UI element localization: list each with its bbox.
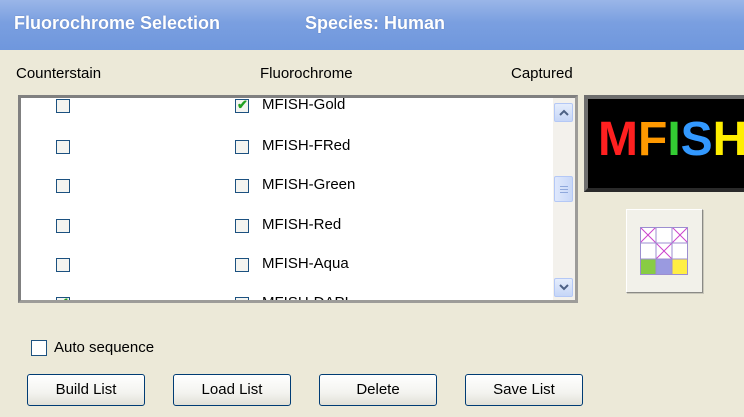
- checkmark-icon: ✔: [237, 97, 248, 112]
- list-item[interactable]: MFISH-Red: [21, 207, 575, 245]
- build-list-button[interactable]: Build List: [27, 374, 145, 406]
- list-item[interactable]: ✔ MFISH-DAPI: [21, 285, 575, 303]
- mfish-logo-text: MFISH: [598, 115, 744, 165]
- scroll-down-button[interactable]: [554, 278, 573, 297]
- auto-sequence-checkbox[interactable]: [31, 340, 47, 356]
- mfish-logo: MFISH: [584, 95, 744, 192]
- list-item[interactable]: MFISH-FRed: [21, 128, 575, 166]
- logo-letter: I: [667, 113, 681, 166]
- title-bar: Fluorochrome Selection Species: Human: [0, 0, 744, 50]
- karyotype-grid-button[interactable]: [626, 209, 703, 293]
- column-header-fluorochrome: Fluorochrome: [260, 65, 353, 82]
- column-header-counterstain: Counterstain: [16, 65, 102, 82]
- logo-letter: S: [680, 113, 713, 166]
- fluorochrome-label: MFISH-Green: [262, 176, 356, 193]
- fluorochrome-label: MFISH-DAPI: [262, 294, 349, 303]
- fluorochrome-label: MFISH-Gold: [262, 96, 346, 113]
- logo-letter: H: [712, 113, 744, 166]
- dialog-title: Fluorochrome Selection: [14, 13, 221, 33]
- logo-letter: M: [598, 113, 638, 166]
- fluorochrome-label: MFISH-Red: [262, 216, 342, 233]
- fluorochrome-checkbox[interactable]: [235, 179, 249, 193]
- counterstain-checkbox[interactable]: [56, 140, 70, 154]
- chevron-down-icon: [559, 284, 569, 291]
- load-list-button[interactable]: Load List: [173, 374, 291, 406]
- checkmark-icon: ✔: [58, 295, 69, 303]
- auto-sequence-label: Auto sequence: [54, 339, 155, 356]
- scroll-thumb[interactable]: [554, 176, 573, 202]
- counterstain-checkbox[interactable]: [56, 179, 70, 193]
- fluorochrome-checkbox[interactable]: [235, 219, 249, 233]
- list-item[interactable]: ✔ MFISH-Gold: [21, 96, 575, 125]
- fluorochrome-label: MFISH-FRed: [262, 137, 351, 154]
- fluorochrome-checkbox[interactable]: [235, 140, 249, 154]
- save-list-button[interactable]: Save List: [465, 374, 583, 406]
- list-item[interactable]: MFISH-Aqua: [21, 246, 575, 284]
- fluorochrome-checkbox[interactable]: [235, 297, 249, 300]
- species-label: Species: Human: [305, 13, 446, 33]
- fluorochrome-list[interactable]: ✔ MFISH-DAPI MFISH-Aqua MFISH-Red MFISH-Gree…: [18, 95, 578, 303]
- counterstain-checkbox[interactable]: [56, 258, 70, 272]
- list-scrollbar[interactable]: [553, 98, 575, 300]
- logo-letter: F: [637, 113, 668, 166]
- counterstain-checkbox[interactable]: [56, 219, 70, 233]
- list-item[interactable]: MFISH-Green: [21, 167, 575, 205]
- counterstain-checkbox[interactable]: [56, 99, 70, 113]
- fluorochrome-label: MFISH-Aqua: [262, 255, 349, 272]
- scroll-up-button[interactable]: [554, 103, 573, 122]
- column-header-captured: Captured: [511, 65, 573, 82]
- fluorochrome-checkbox[interactable]: ✔: [235, 97, 249, 113]
- fluorochrome-checkbox[interactable]: [235, 258, 249, 272]
- chevron-up-icon: [559, 109, 569, 116]
- counterstain-checkbox[interactable]: ✔: [56, 295, 70, 303]
- delete-button[interactable]: Delete: [319, 374, 437, 406]
- karyotype-grid-icon: [640, 227, 688, 275]
